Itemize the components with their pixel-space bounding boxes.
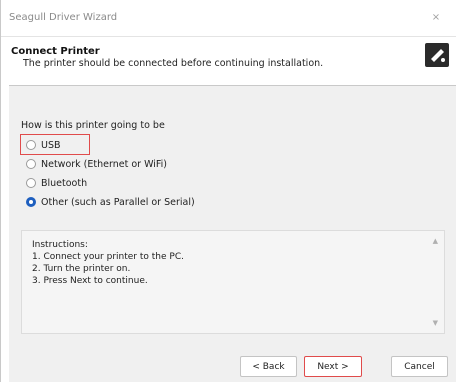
- instructions-heading: Instructions:: [32, 240, 88, 250]
- instructions-text: Instructions: 1. Connect your printer to…: [32, 239, 184, 287]
- instructions-box[interactable]: Instructions: 1. Connect your printer to…: [21, 230, 445, 334]
- radio-label-network: Network (Ethernet or WiFi): [41, 158, 168, 170]
- title-bar: Seagull Driver Wizard ×: [1, 0, 456, 36]
- radio-button-network[interactable]: [26, 159, 36, 169]
- instruction-step: 2. Turn the printer on.: [32, 264, 131, 274]
- scroll-down-icon[interactable]: ▼: [433, 319, 438, 327]
- printer-wizard-icon: [425, 43, 449, 67]
- instruction-step: 1. Connect your printer to the PC.: [32, 252, 184, 262]
- wizard-header: Connect Printer The printer should be co…: [1, 36, 456, 78]
- wizard-body: How is this printer going to be USB Netw…: [9, 85, 456, 382]
- radio-network[interactable]: Network (Ethernet or WiFi): [26, 157, 167, 171]
- radio-bluetooth[interactable]: Bluetooth: [26, 176, 87, 190]
- radio-other[interactable]: Other (such as Parallel or Serial): [26, 195, 195, 209]
- question-label: How is this printer going to be: [21, 120, 165, 131]
- radio-label-other: Other (such as Parallel or Serial): [41, 196, 195, 208]
- radio-button-bluetooth[interactable]: [26, 178, 36, 188]
- instruction-step: 3. Press Next to continue.: [32, 276, 148, 286]
- radio-label-bluetooth: Bluetooth: [41, 177, 88, 189]
- header-title: Connect Printer: [11, 46, 100, 57]
- radio-button-usb[interactable]: [26, 140, 36, 150]
- next-button[interactable]: Next >: [304, 356, 362, 377]
- header-subtitle: The printer should be connected before c…: [23, 58, 324, 69]
- window-title: Seagull Driver Wizard: [9, 12, 118, 23]
- radio-label-usb: USB: [41, 139, 61, 151]
- radio-usb[interactable]: USB: [26, 138, 61, 152]
- scroll-up-icon[interactable]: ▲: [433, 237, 438, 245]
- radio-button-other[interactable]: [26, 197, 36, 207]
- wizard-window: Seagull Driver Wizard × Connect Printer …: [0, 0, 456, 382]
- close-icon[interactable]: ×: [426, 10, 446, 26]
- cancel-button[interactable]: Cancel: [391, 356, 448, 377]
- back-button[interactable]: < Back: [240, 356, 297, 377]
